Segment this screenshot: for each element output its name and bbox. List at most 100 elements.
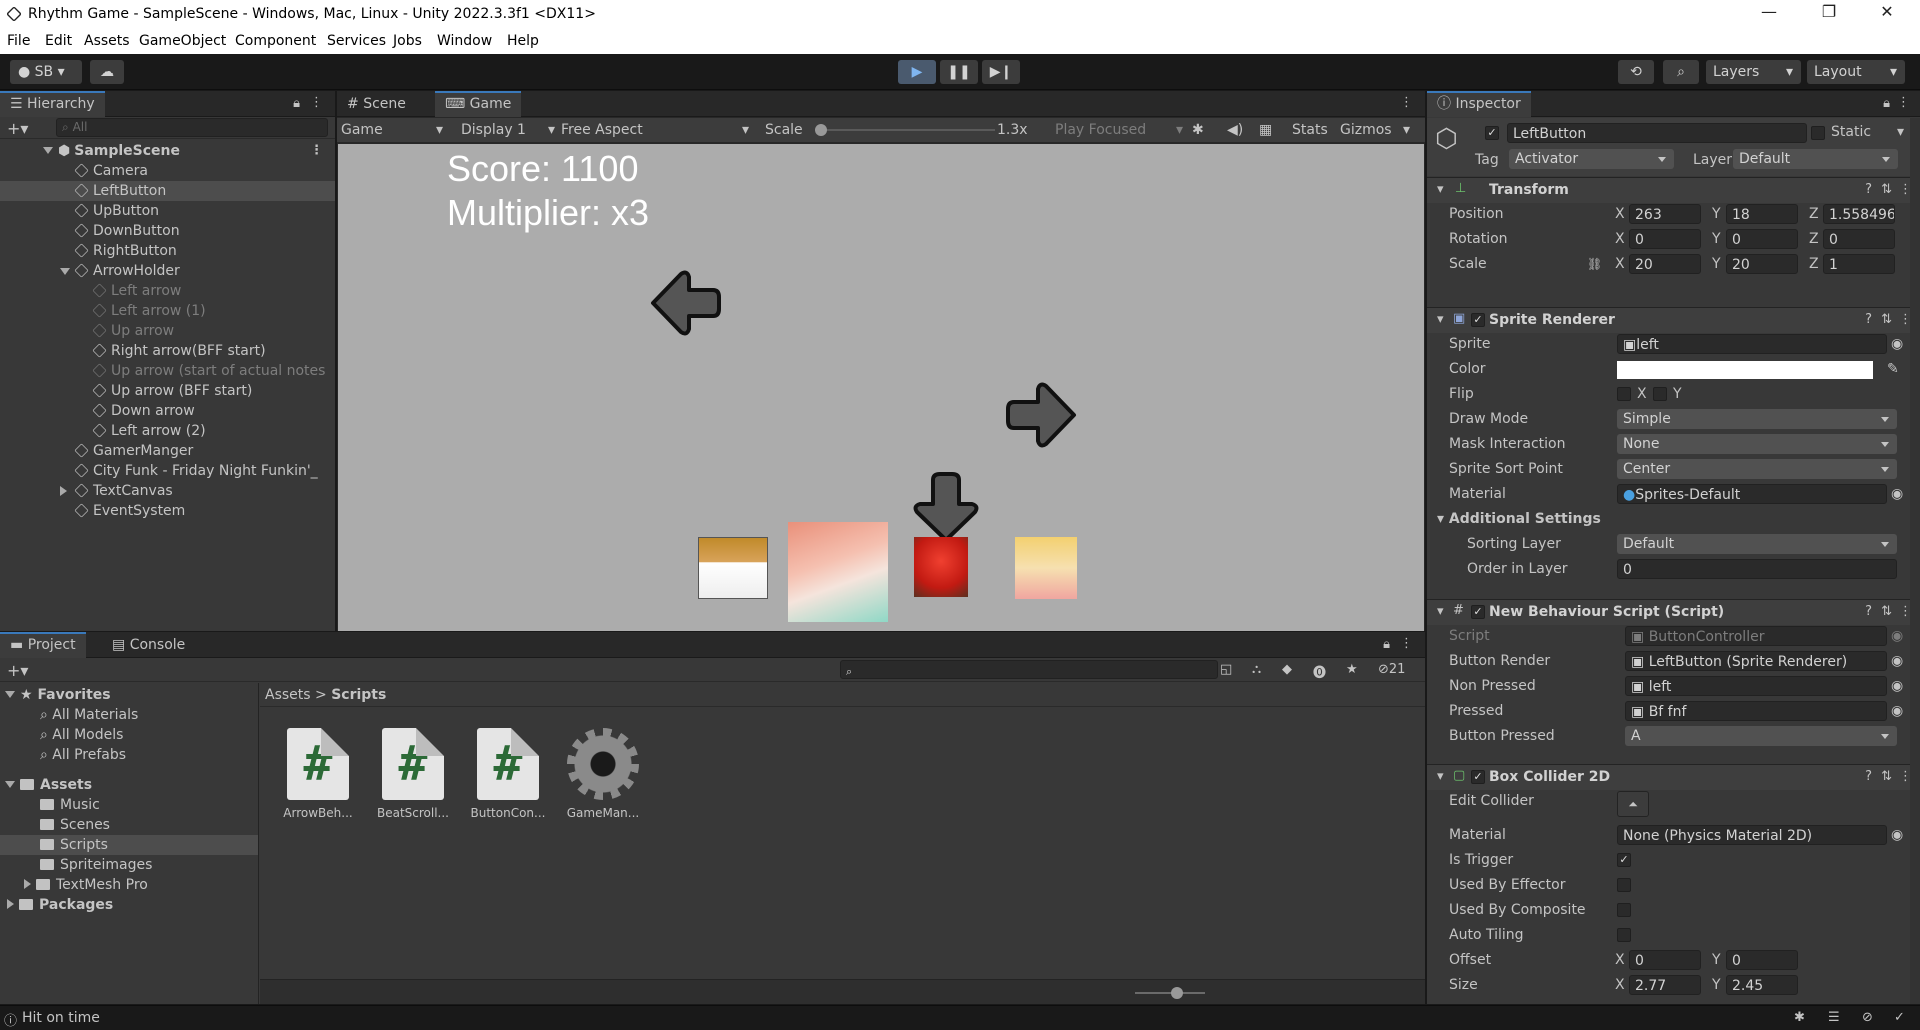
stats-button[interactable]: Stats: [1292, 120, 1328, 140]
menu-file[interactable]: File: [7, 33, 30, 49]
lock-icon[interactable]: 🔒︎: [293, 96, 300, 111]
folder-item-music[interactable]: Music: [0, 795, 258, 815]
scale-x-field[interactable]: 20: [1629, 254, 1701, 274]
hierarchy-item[interactable]: Up arrow: [0, 321, 335, 341]
down-button-elmo-sprite[interactable]: [914, 537, 968, 597]
transform-header[interactable]: ▾ ⊥ Transform ? ⇅ ⋮: [1427, 177, 1920, 203]
breadcrumb-assets[interactable]: Assets: [265, 687, 311, 703]
rotation-z-field[interactable]: 0: [1823, 229, 1895, 249]
collapse-arrow-icon[interactable]: [24, 879, 31, 889]
breadcrumb-scripts[interactable]: Scripts: [331, 687, 386, 703]
preset-icon[interactable]: ⇅: [1881, 604, 1892, 619]
edit-collider-button[interactable]: ⏶: [1617, 791, 1649, 817]
account-dropdown[interactable]: ● SB ▾: [10, 60, 82, 84]
sorting-layer-dropdown[interactable]: Default: [1617, 534, 1897, 554]
left-button-dog-sprite[interactable]: [698, 537, 768, 599]
preset-icon[interactable]: ⇅: [1881, 312, 1892, 327]
hierarchy-item[interactable]: ArrowHolder: [0, 261, 335, 281]
layout-dropdown[interactable]: Layout ▾: [1807, 60, 1905, 84]
right-button-anime-sprite[interactable]: [1015, 537, 1077, 599]
tab-game[interactable]: ⌨ Game: [435, 91, 522, 117]
material-field[interactable]: ●Sprites-Default: [1617, 484, 1887, 504]
asset-file[interactable]: # ArrowBeh...: [278, 728, 358, 820]
object-picker-icon[interactable]: ◉: [1891, 484, 1903, 504]
hierarchy-item[interactable]: Down arrow: [0, 401, 335, 421]
object-picker-icon[interactable]: ◉: [1891, 676, 1903, 696]
offset-x-field[interactable]: 0: [1629, 950, 1701, 970]
expand-arrow-icon[interactable]: ▾: [1437, 604, 1444, 619]
asset-file[interactable]: GameMan...: [563, 728, 643, 820]
help-icon[interactable]: ?: [1865, 182, 1872, 197]
add-icon[interactable]: +▾: [7, 661, 28, 680]
mask-interaction-dropdown[interactable]: None: [1617, 434, 1897, 454]
chevron-down-icon[interactable]: ▾: [1403, 120, 1410, 140]
hierarchy-item[interactable]: Up arrow (start of actual notes: [0, 361, 335, 381]
tab-hierarchy[interactable]: ☰ Hierarchy: [0, 91, 105, 117]
step-button[interactable]: ▶❙: [982, 60, 1020, 84]
hierarchy-item[interactable]: City Funk - Friday Night Funkin'_: [0, 461, 335, 481]
aspect-dropdown[interactable]: Free Aspect ▾: [561, 120, 753, 140]
favorite-item[interactable]: ⌕ All Prefabs: [0, 745, 258, 765]
scale-y-field[interactable]: 20: [1726, 254, 1798, 274]
search-button[interactable]: ⌕: [1663, 60, 1699, 84]
pause-button[interactable]: ❚❚: [940, 60, 978, 84]
component-enabled-checkbox[interactable]: ✓: [1471, 313, 1485, 327]
folder-item-textmesh-pro[interactable]: TextMesh Pro: [0, 875, 258, 895]
order-in-layer-field[interactable]: 0: [1617, 559, 1897, 579]
gizmos-button[interactable]: Gizmos: [1340, 120, 1392, 140]
project-search-input[interactable]: ⌕: [840, 660, 1218, 679]
object-picker-icon[interactable]: ◉: [1891, 825, 1903, 845]
position-z-field[interactable]: 1.558496: [1823, 204, 1895, 224]
hidden-packages-icon[interactable]: ⊘21: [1378, 662, 1405, 677]
hierarchy-item[interactable]: Left arrow (1): [0, 301, 335, 321]
filter-type-icon[interactable]: ⛬: [1252, 662, 1261, 677]
hierarchy-item[interactable]: Up arrow (BFF start): [0, 381, 335, 401]
draw-mode-dropdown[interactable]: Simple: [1617, 409, 1897, 429]
tab-inspector[interactable]: ⓘ Inspector: [1427, 91, 1531, 117]
menu-services[interactable]: Services: [327, 33, 386, 49]
scale-slider-thumb[interactable]: [815, 124, 827, 136]
folder-item-spriteimages[interactable]: Spriteimages: [0, 855, 258, 875]
audio-icon[interactable]: ◀): [1227, 120, 1243, 140]
scale-z-field[interactable]: 1: [1823, 254, 1895, 274]
box-collider-header[interactable]: ▾ ▢ ✓ Box Collider 2D ? ⇅ ⋮: [1427, 764, 1920, 790]
hierarchy-item[interactable]: Camera: [0, 161, 335, 181]
active-checkbox[interactable]: ✓: [1485, 126, 1499, 140]
bug-icon[interactable]: ✱: [1794, 1010, 1805, 1025]
button-render-field[interactable]: ▣ LeftButton (Sprite Renderer): [1625, 651, 1887, 671]
check-icon[interactable]: ✓: [1894, 1010, 1905, 1025]
tab-project[interactable]: ▬ Project: [0, 632, 86, 658]
size-y-field[interactable]: 2.45: [1726, 975, 1798, 995]
help-icon[interactable]: ?: [1865, 769, 1872, 784]
tab-scene[interactable]: # Scene: [337, 91, 416, 117]
warning-icon[interactable]: ⓿: [1313, 662, 1326, 681]
color-swatch[interactable]: [1617, 361, 1873, 379]
display-dropdown[interactable]: Display 1 ▾: [461, 120, 559, 140]
search-by-type-icon[interactable]: ◱: [1220, 662, 1232, 677]
hierarchy-item[interactable]: Left arrow (2): [0, 421, 335, 441]
expand-arrow-icon[interactable]: ▾: [1437, 312, 1444, 327]
hierarchy-item[interactable]: TextCanvas: [0, 481, 335, 501]
sprite-sort-point-dropdown[interactable]: Center: [1617, 459, 1897, 479]
expand-arrow-icon[interactable]: [5, 781, 15, 788]
favorite-icon[interactable]: ★: [1346, 662, 1358, 677]
history-button[interactable]: ⟲: [1618, 60, 1654, 84]
hierarchy-item[interactable]: LeftButton: [0, 181, 335, 201]
hierarchy-item[interactable]: DownButton: [0, 221, 335, 241]
collider-material-field[interactable]: None (Physics Material 2D): [1617, 825, 1887, 845]
add-icon[interactable]: +▾: [7, 119, 28, 138]
hierarchy-item[interactable]: EventSystem: [0, 501, 335, 521]
icon-size-slider[interactable]: [1135, 987, 1205, 999]
component-enabled-checkbox[interactable]: ✓: [1471, 605, 1485, 619]
object-picker-icon[interactable]: ◉: [1891, 334, 1903, 354]
folder-item-scripts[interactable]: Scripts: [0, 835, 258, 855]
favorites-root[interactable]: ★ Favorites: [0, 685, 258, 705]
sprite-renderer-header[interactable]: ▾ ▣ ✓ Sprite Renderer ? ⇅ ⋮: [1427, 307, 1920, 333]
asset-file[interactable]: # ButtonCon...: [468, 728, 548, 820]
rotation-x-field[interactable]: 0: [1629, 229, 1701, 249]
is-trigger-checkbox[interactable]: ✓: [1617, 853, 1631, 867]
label-icon[interactable]: ◆: [1282, 662, 1292, 677]
additional-settings-foldout[interactable]: ▾ Additional Settings: [1437, 509, 1601, 529]
button-pressed-dropdown[interactable]: A: [1625, 726, 1897, 746]
size-x-field[interactable]: 2.77: [1629, 975, 1701, 995]
